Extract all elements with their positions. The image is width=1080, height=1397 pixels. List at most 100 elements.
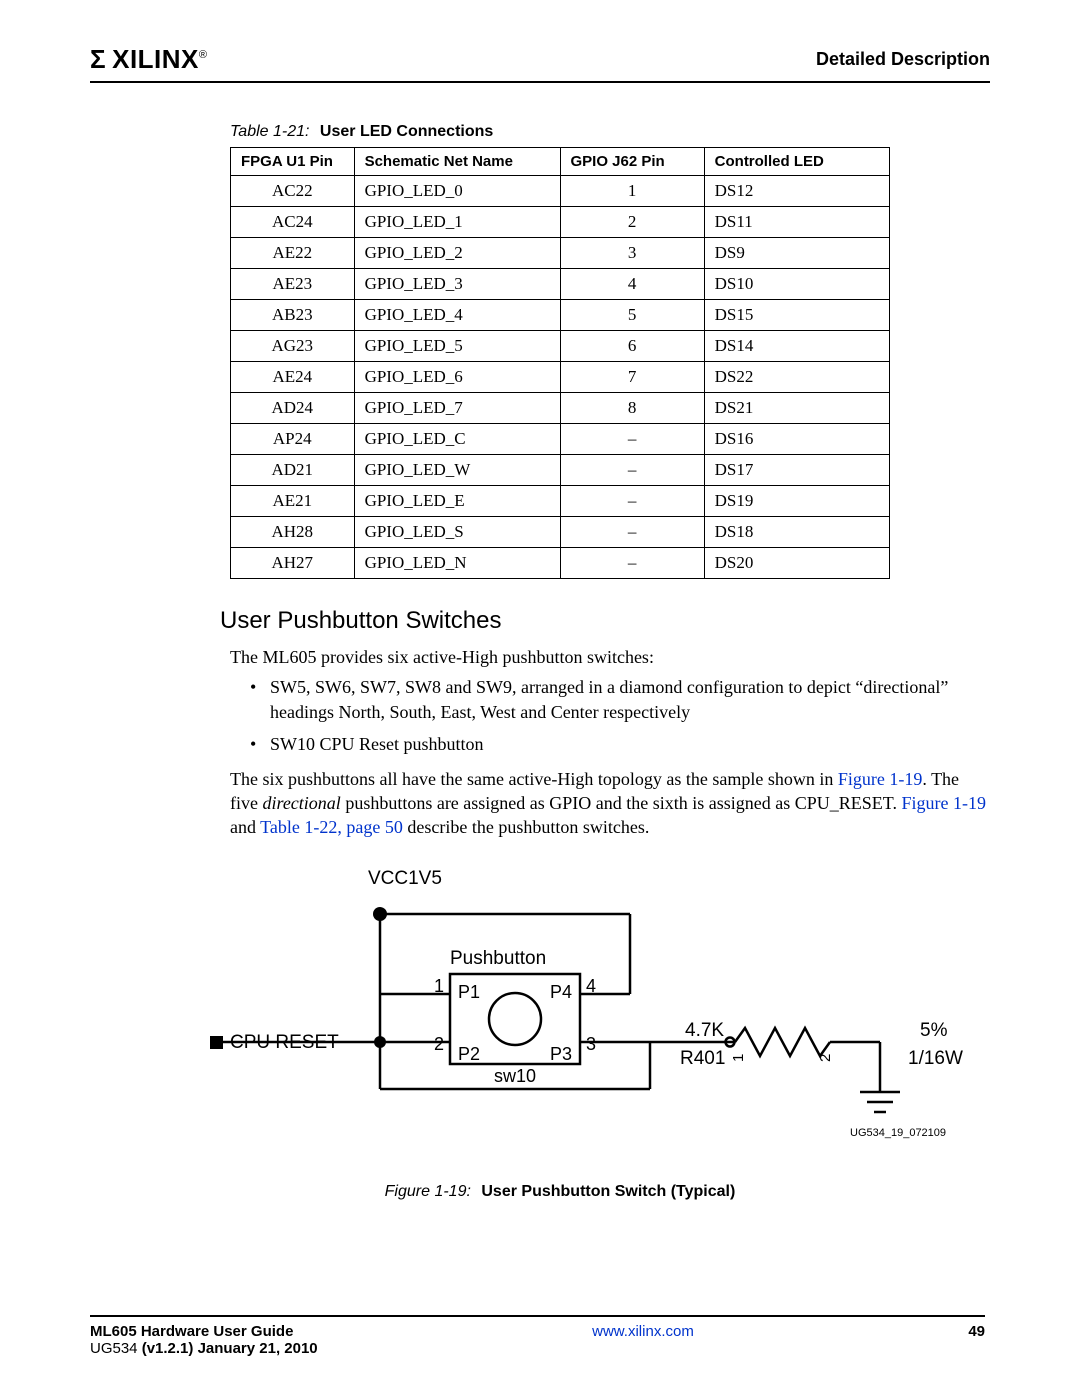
table-cell: DS22: [704, 362, 889, 393]
res-pwr: 1/16W: [908, 1048, 963, 1069]
res-pin: 2: [817, 1053, 834, 1061]
list-item: SW5, SW6, SW7, SW8 and SW9, arranged in …: [270, 675, 990, 725]
figure: VCC1V5 CPU RESET: [150, 864, 970, 1201]
table-cell: GPIO_LED_4: [354, 300, 560, 331]
logo: Σ XILINX: [90, 44, 208, 75]
table-cell: AE23: [231, 269, 355, 300]
p2-frag: The six pushbuttons all have the same ac…: [230, 769, 838, 789]
table-cell: GPIO_LED_C: [354, 424, 560, 455]
vcc-label: VCC1V5: [368, 868, 442, 889]
table-cell: DS9: [704, 238, 889, 269]
table-row: AP24GPIO_LED_C–DS16: [231, 424, 890, 455]
pin-label: P2: [458, 1044, 480, 1064]
table-header: FPGA U1 Pin: [231, 148, 355, 176]
table-cell: –: [560, 548, 704, 579]
table-cell: AD24: [231, 393, 355, 424]
table-cell: DS21: [704, 393, 889, 424]
table-row: AE21GPIO_LED_E–DS19: [231, 486, 890, 517]
pin-num: 1: [434, 976, 444, 996]
table-cell: AP24: [231, 424, 355, 455]
page-footer: ML605 Hardware User Guide UG534 (v1.2.1)…: [90, 1315, 985, 1357]
doc-id: UG534: [90, 1340, 142, 1357]
table-cell: 2: [560, 207, 704, 238]
table-cell: GPIO_LED_1: [354, 207, 560, 238]
table-cell: AH27: [231, 548, 355, 579]
table-cell: DS10: [704, 269, 889, 300]
table-row: AE24GPIO_LED_67DS22: [231, 362, 890, 393]
table-cell: 5: [560, 300, 704, 331]
table-cell: AD21: [231, 455, 355, 486]
table-cell: DS18: [704, 517, 889, 548]
table-cell: AB23: [231, 300, 355, 331]
figure-link[interactable]: Figure 1-19: [901, 793, 986, 813]
bullet-list: SW5, SW6, SW7, SW8 and SW9, arranged in …: [270, 675, 990, 757]
table-row: AD24GPIO_LED_78DS21: [231, 393, 890, 424]
intro-paragraph: The ML605 provides six active-High pushb…: [230, 645, 990, 669]
table-link[interactable]: Table 1-22, page 50: [260, 817, 403, 837]
table-cell: 3: [560, 238, 704, 269]
footer-url[interactable]: www.xilinx.com: [592, 1323, 694, 1340]
p2-frag: pushbuttons are assigned as GPIO and the…: [341, 793, 902, 813]
table-cell: –: [560, 424, 704, 455]
table-cell: GPIO_LED_N: [354, 548, 560, 579]
res-pct: 5%: [920, 1020, 948, 1041]
led-table: FPGA U1 PinSchematic Net NameGPIO J62 Pi…: [230, 147, 890, 579]
pin-num: 3: [586, 1034, 596, 1054]
detail-paragraph: The six pushbuttons all have the same ac…: [230, 767, 990, 840]
table-cell: DS20: [704, 548, 889, 579]
table-row: AG23GPIO_LED_56DS14: [231, 331, 890, 362]
table-row: AC24GPIO_LED_12DS11: [231, 207, 890, 238]
table-cell: GPIO_LED_W: [354, 455, 560, 486]
p2-frag: and: [230, 817, 260, 837]
pin-num: 4: [586, 976, 596, 996]
logo-text: XILINX: [112, 44, 207, 75]
table-cell: –: [560, 455, 704, 486]
page-header: Σ XILINX Detailed Description: [90, 44, 990, 83]
section-heading: User Pushbutton Switches: [220, 607, 990, 635]
table-caption-title: User LED Connections: [320, 123, 493, 140]
table-cell: GPIO_LED_5: [354, 331, 560, 362]
table-cell: GPIO_LED_3: [354, 269, 560, 300]
table-header: Controlled LED: [704, 148, 889, 176]
logo-mark-icon: Σ: [90, 44, 106, 75]
table-cell: GPIO_LED_7: [354, 393, 560, 424]
table-cell: AE24: [231, 362, 355, 393]
table-cell: DS15: [704, 300, 889, 331]
table-row: AH28GPIO_LED_S–DS18: [231, 517, 890, 548]
pin-num: 2: [434, 1034, 444, 1054]
table-cell: AE21: [231, 486, 355, 517]
pin-label: P3: [550, 1044, 572, 1064]
table-header: Schematic Net Name: [354, 148, 560, 176]
p2-italic: directional: [262, 793, 340, 813]
table-row: AD21GPIO_LED_W–DS17: [231, 455, 890, 486]
table-row: AE22GPIO_LED_23DS9: [231, 238, 890, 269]
table-cell: GPIO_LED_6: [354, 362, 560, 393]
res-pin: 1: [730, 1053, 747, 1061]
pin-label: P1: [458, 982, 480, 1002]
table-row: AE23GPIO_LED_34DS10: [231, 269, 890, 300]
table-cell: 8: [560, 393, 704, 424]
doc-title: ML605 Hardware User Guide: [90, 1323, 293, 1340]
table-cell: –: [560, 517, 704, 548]
page-number: 49: [968, 1323, 985, 1340]
table-cell: DS17: [704, 455, 889, 486]
pushbutton-label: Pushbutton: [450, 948, 546, 969]
table-cell: 7: [560, 362, 704, 393]
table-cell: GPIO_LED_2: [354, 238, 560, 269]
table-cell: AC24: [231, 207, 355, 238]
figure-link[interactable]: Figure 1-19: [838, 769, 923, 789]
table-cell: AC22: [231, 176, 355, 207]
sw-label: sw10: [494, 1066, 536, 1086]
figure-caption: Figure 1-19: User Pushbutton Switch (Typ…: [150, 1183, 970, 1201]
table-cell: DS19: [704, 486, 889, 517]
footer-left: ML605 Hardware User Guide UG534 (v1.2.1)…: [90, 1323, 318, 1357]
doc-version: (v1.2.1) January 21, 2010: [142, 1340, 318, 1357]
table-row: AH27GPIO_LED_N–DS20: [231, 548, 890, 579]
figure-caption-title: User Pushbutton Switch (Typical): [481, 1183, 735, 1200]
table-cell: 4: [560, 269, 704, 300]
table-cell: DS11: [704, 207, 889, 238]
table-cell: DS14: [704, 331, 889, 362]
table-row: AB23GPIO_LED_45DS15: [231, 300, 890, 331]
table-cell: AE22: [231, 238, 355, 269]
table-cell: DS16: [704, 424, 889, 455]
